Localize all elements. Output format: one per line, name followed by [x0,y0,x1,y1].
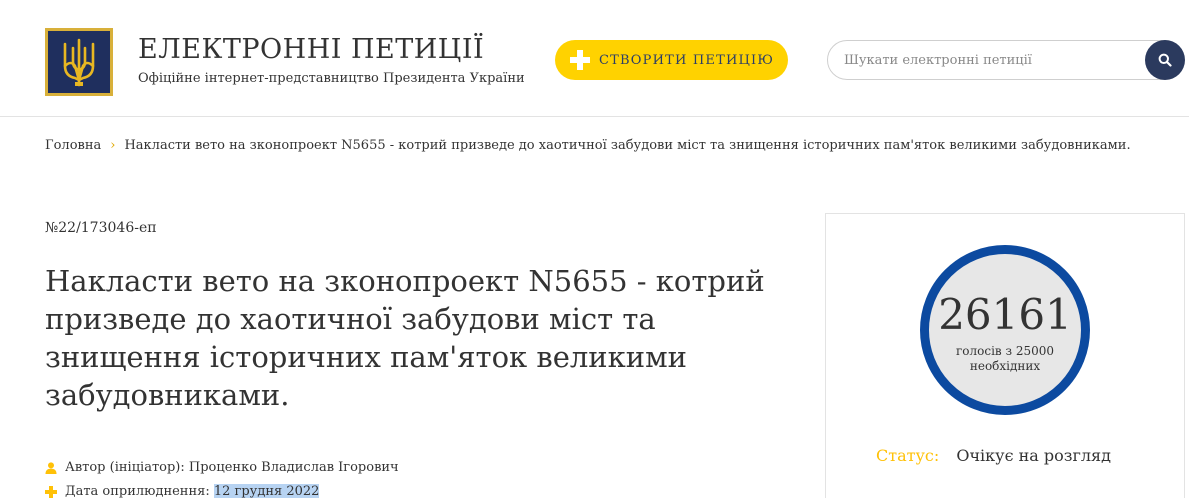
petition-title: Накласти вето на зконопроект N5655 - кот… [45,264,765,412]
votes-counter: 26161 голосів з 25000 необхідних [920,245,1090,415]
user-icon [45,461,57,474]
plus-icon [45,485,57,498]
create-petition-label: СТВОРИТИ ПЕТИЦІЮ [599,52,775,68]
author-row: Автор (ініціатор): Проценко Владислав Іг… [45,460,399,475]
site-subtitle: Офіційне інтернет-представництво Президе… [138,71,525,86]
search-box [827,40,1184,80]
site-header: ЕЛЕКТРОННІ ПЕТИЦІЇ Офіційне інтернет-пре… [0,0,1189,117]
date-label: Дата оприлюднення: [65,484,210,498]
petition-number: №22/173046-еп [45,220,157,236]
date-row: Дата оприлюднення: 12 грудня 2022 [45,484,320,498]
site-title[interactable]: ЕЛЕКТРОННІ ПЕТИЦІЇ [138,34,484,65]
votes-count: 26161 [938,290,1072,339]
status-value: Очікує на розгляд [956,446,1111,465]
create-petition-button[interactable]: СТВОРИТИ ПЕТИЦІЮ [555,40,788,80]
trident-icon [63,38,95,87]
chevron-right-icon: › [110,138,116,153]
search-input[interactable] [844,41,1144,79]
date-value: 12 грудня 2022 [213,484,320,498]
author-name: Проценко Владислав Ігорович [188,460,399,475]
breadcrumb: Головна › Накласти вето на зконопроект N… [45,138,1131,153]
search-button[interactable] [1145,40,1185,80]
plus-icon [570,50,590,70]
search-icon [1158,53,1172,67]
author-label: Автор (ініціатор): [65,460,185,475]
status-label: Статус: [876,446,940,465]
breadcrumb-home-link[interactable]: Головна [45,138,101,153]
status-row: Статус: Очікує на розгляд [876,446,1111,465]
votes-caption: голосів з 25000 необхідних [955,344,1055,373]
site-logo[interactable] [45,28,113,96]
breadcrumb-current: Накласти вето на зконопроект N5655 - кот… [124,138,1131,153]
